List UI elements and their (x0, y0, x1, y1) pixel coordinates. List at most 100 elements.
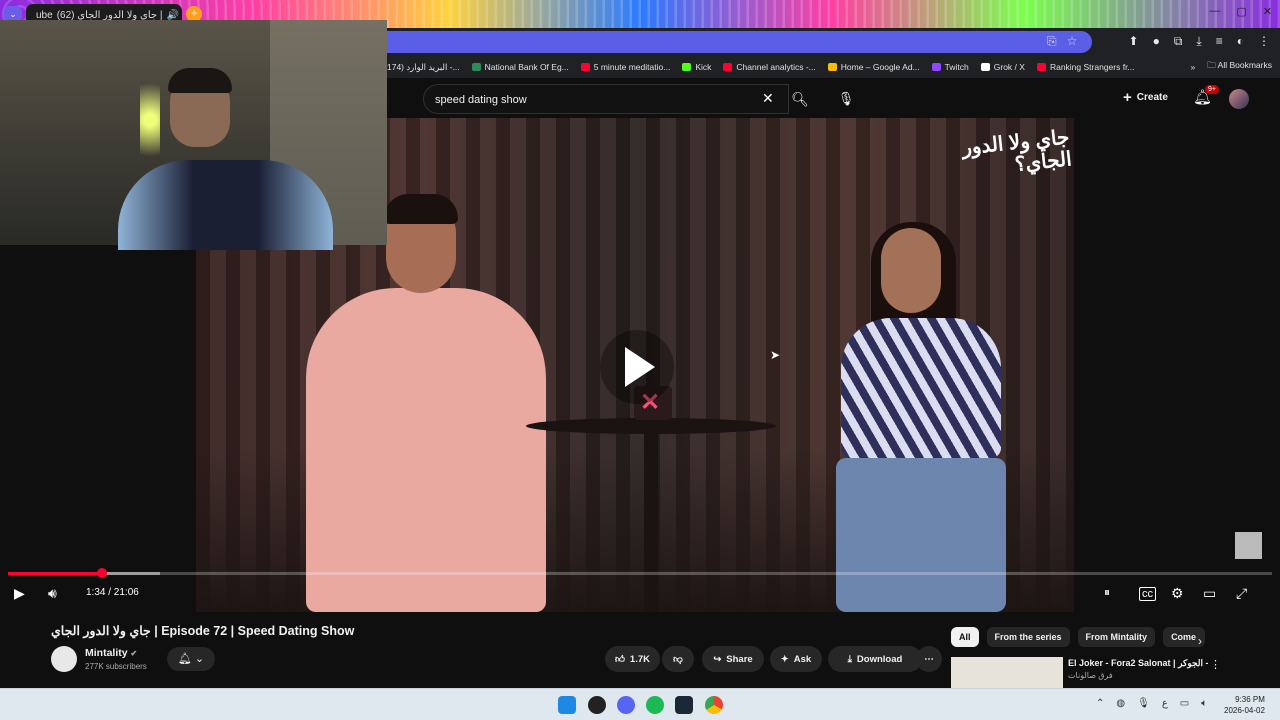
captions-icon[interactable]: cc (1139, 587, 1156, 601)
tab-title: (62) جاي ولا الدور الجاي | (56, 9, 163, 21)
related-filter-chips: All From the series From Mintality Come (951, 627, 1206, 647)
share-button[interactable]: ↪ Share (702, 646, 764, 672)
windows-start-icon[interactable] (558, 696, 576, 714)
chips-next-chevron-icon[interactable]: › (1198, 634, 1202, 648)
related-video-channel: فرق صالونات (1068, 671, 1113, 680)
steam-icon[interactable] (675, 696, 693, 714)
played-bar (8, 572, 102, 575)
scrubber-handle[interactable] (96, 568, 107, 578)
bookmark-item[interactable]: Twitch (931, 62, 969, 72)
network-icon[interactable]: ◍ (1116, 698, 1125, 709)
bookmark-favicon-icon (580, 63, 590, 71)
bookmark-favicon-icon (682, 63, 692, 71)
bookmark-label: National Bank Of Eg... (484, 62, 569, 72)
microphone-icon: 🎙︎ (837, 91, 855, 106)
discord-icon[interactable] (617, 696, 635, 714)
table-top (526, 418, 776, 434)
channel-watermark[interactable] (1235, 532, 1262, 559)
mic-tray-icon[interactable]: 🎙︎ (1137, 698, 1150, 709)
like-button[interactable]: 👍︎ 1.7K (605, 646, 660, 672)
bookmark-item[interactable]: 5 minute meditatio... (580, 62, 670, 72)
settings-gear-icon[interactable]: ⚙ (1171, 585, 1184, 602)
volume-tray-icon[interactable]: 🔈︎ (1201, 698, 1207, 709)
profile-icon[interactable]: ◐ (1237, 34, 1244, 49)
chip-from-mintality[interactable]: From Mintality (1077, 627, 1156, 647)
spotify-icon[interactable] (646, 696, 664, 714)
thumbs-down-icon: 👎︎ (673, 654, 683, 665)
voice-search-button[interactable]: 🎙︎ (833, 86, 859, 112)
chip-all[interactable]: All (951, 627, 979, 647)
more-actions-button[interactable]: ⋯ (916, 646, 942, 672)
language-indicator[interactable]: ع (1162, 698, 1168, 709)
bookmark-item[interactable]: Grok / X (980, 62, 1025, 72)
bookmark-item[interactable]: Kick (682, 62, 711, 72)
bookmark-label: Kick (695, 62, 712, 72)
channel-name[interactable]: Mintality ✔ (85, 647, 137, 659)
volume-icon[interactable]: 🔊︎ (48, 585, 57, 602)
minimize-icon[interactable]: — (1209, 5, 1220, 18)
tab-prefix: ube (36, 9, 53, 21)
dislike-button[interactable]: 👎︎ (662, 646, 694, 672)
bell-icon: 🔔︎ (177, 653, 192, 665)
bookmark-star-icon[interactable]: ☆ (1067, 34, 1078, 49)
channel-avatar[interactable] (51, 646, 77, 672)
bookmarks-overflow-chevron-icon[interactable]: » (1191, 62, 1196, 72)
search-icon: 🔍︎ (791, 91, 809, 107)
install-app-icon[interactable]: ⎘ (1047, 34, 1057, 49)
chip-from-the-series[interactable]: From the series (986, 627, 1070, 647)
clear-search-icon[interactable]: ✕ (762, 90, 774, 107)
video-info-section: جاي ولا الدور الجاي | Episode 72 | Speed… (0, 612, 1280, 688)
extensions-icon[interactable]: ⧉ (1174, 34, 1183, 49)
media-control-icon[interactable]: ≡ (1216, 34, 1223, 49)
display-icon[interactable]: ▭ (1180, 698, 1189, 709)
obs-icon[interactable] (588, 696, 606, 714)
chrome-icon[interactable] (705, 696, 723, 714)
bookmark-favicon-icon (931, 63, 941, 71)
ask-button[interactable]: ✦ Ask (770, 646, 822, 672)
clock-date: 2026-04-02 (1224, 706, 1265, 715)
bookmark-favicon-icon (827, 63, 837, 71)
related-video-title[interactable]: El Joker - Fora2 Salonat | الجوكر - (1068, 658, 1208, 669)
close-window-icon[interactable]: ✕ (1263, 5, 1272, 18)
big-play-button[interactable] (600, 330, 674, 404)
create-button[interactable]: + Create (1123, 89, 1168, 106)
bookmark-item[interactable]: National Bank Of Eg... (471, 62, 569, 72)
share-label: Share (726, 653, 753, 665)
address-bar[interactable] (387, 31, 1092, 53)
play-icon[interactable]: ▶ (14, 585, 25, 602)
taskbar-clock[interactable]: 9:36 PM 2026-04-02 (1224, 694, 1265, 716)
system-tray: ⌃ ◍ 🎙︎ ع ▭ 🔈︎ (1096, 698, 1207, 709)
related-video-thumbnail[interactable] (951, 657, 1063, 688)
theater-mode-icon[interactable]: ▭ (1203, 585, 1216, 602)
bookmark-label: 174) البريد الوارد -... (387, 61, 460, 72)
mouse-cursor-icon: ➤ (770, 348, 781, 362)
autoplay-toggle-icon[interactable]: ⏸ (1104, 585, 1110, 600)
bookmark-item[interactable]: Home – Google Ad... (827, 62, 920, 72)
download-icon[interactable]: ⤓ (1196, 34, 1201, 49)
time-display: 1:34 / 21:06 (86, 587, 139, 598)
tray-expand-icon[interactable]: ⌃ (1096, 698, 1104, 709)
search-input[interactable]: speed dating show (423, 84, 789, 114)
webcam-lights (140, 60, 160, 180)
all-bookmarks-folder[interactable]: 🗀 All Bookmarks (1207, 60, 1272, 74)
record-icon[interactable]: ● (1153, 34, 1160, 49)
bookmark-favicon-icon (1036, 63, 1046, 71)
account-avatar[interactable] (1229, 89, 1249, 109)
speaker-icon[interactable]: 🔊 (166, 10, 178, 21)
fullscreen-icon[interactable]: ⤢ (1236, 585, 1247, 602)
subscription-bell-button[interactable]: 🔔︎ ⌄ (167, 647, 215, 671)
address-bar-icons: ⎘ ☆ (1047, 34, 1077, 49)
progress-bar[interactable] (8, 572, 1272, 575)
download-label: Download (856, 653, 903, 665)
bookmark-item[interactable]: Ranking Strangers fr... (1036, 62, 1135, 72)
extension-pin-icon[interactable]: ⬆ (1129, 34, 1139, 49)
bookmark-label: Home – Google Ad... (840, 62, 920, 72)
bookmark-item[interactable]: 174) البريد الوارد -... (387, 62, 460, 73)
verified-icon: ✔ (130, 649, 138, 658)
bookmark-item[interactable]: Channel analytics -... (723, 62, 816, 72)
chrome-menu-icon[interactable]: ⋮ (1258, 34, 1270, 49)
search-button[interactable]: 🔍︎ (783, 84, 817, 114)
related-more-icon[interactable]: ⋮ (1210, 658, 1221, 671)
maximize-icon[interactable]: ▢ (1236, 5, 1246, 18)
download-button[interactable]: ⤓ Download (828, 646, 922, 672)
